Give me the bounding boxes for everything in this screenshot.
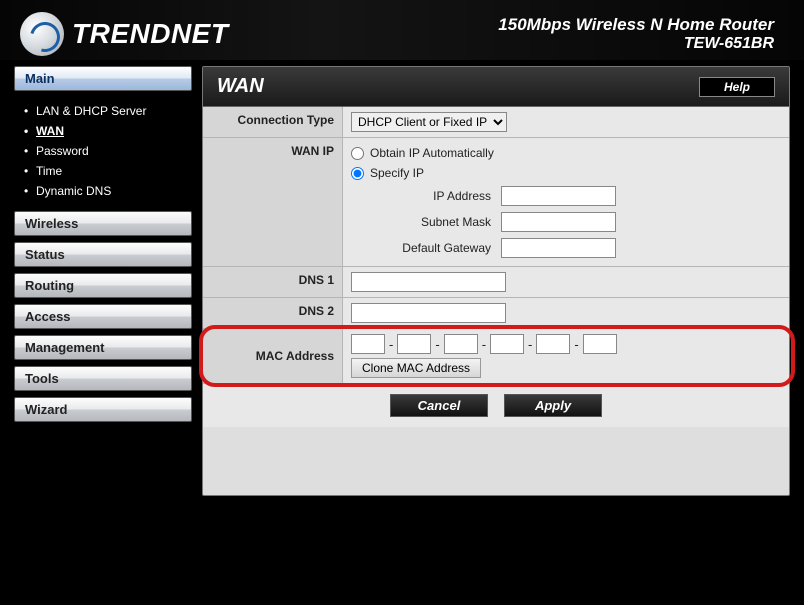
- nav-wizard[interactable]: Wizard: [14, 397, 192, 422]
- header: TRENDNET 150Mbps Wireless N Home Router …: [0, 0, 804, 66]
- clone-mac-button[interactable]: Clone MAC Address: [351, 358, 481, 378]
- dns2-label: DNS 2: [203, 298, 343, 328]
- ip-address-label: IP Address: [381, 189, 491, 203]
- dns2-input[interactable]: [351, 303, 506, 323]
- obtain-ip-label: Obtain IP Automatically: [370, 146, 494, 160]
- sidebar-item-lan-dhcp[interactable]: LAN & DHCP Server: [36, 101, 192, 121]
- logo-block: TRENDNET: [20, 12, 228, 56]
- sidebar-item-password[interactable]: Password: [36, 141, 192, 161]
- nav-wireless[interactable]: Wireless: [14, 211, 192, 236]
- product-title: 150Mbps Wireless N Home Router: [498, 15, 774, 35]
- page-title: WAN: [217, 75, 264, 98]
- mac-input-1[interactable]: [351, 334, 385, 354]
- mac-address-row: MAC Address - - - - - Clone MAC Address: [203, 329, 789, 384]
- subnet-mask-label: Subnet Mask: [381, 215, 491, 229]
- sidebar: Main LAN & DHCP Server WAN Password Time…: [14, 66, 192, 496]
- mac-address-label: MAC Address: [203, 329, 343, 383]
- action-row: Cancel Apply: [203, 384, 789, 427]
- apply-button[interactable]: Apply: [504, 394, 602, 417]
- dns1-input[interactable]: [351, 272, 506, 292]
- cancel-button[interactable]: Cancel: [390, 394, 488, 417]
- subnet-mask-input[interactable]: [501, 212, 616, 232]
- content-header: WAN Help: [203, 67, 789, 107]
- nav-main-sublist: LAN & DHCP Server WAN Password Time Dyna…: [14, 97, 192, 211]
- nav-access[interactable]: Access: [14, 304, 192, 329]
- sidebar-item-wan[interactable]: WAN: [36, 121, 192, 141]
- mac-input-5[interactable]: [536, 334, 570, 354]
- obtain-ip-radio[interactable]: [351, 147, 364, 160]
- nav-main[interactable]: Main: [14, 66, 192, 91]
- nav-status[interactable]: Status: [14, 242, 192, 267]
- ip-address-input[interactable]: [501, 186, 616, 206]
- specify-ip-radio[interactable]: [351, 167, 364, 180]
- nav-management[interactable]: Management: [14, 335, 192, 360]
- nav-routing[interactable]: Routing: [14, 273, 192, 298]
- mac-input-2[interactable]: [397, 334, 431, 354]
- connection-type-label: Connection Type: [203, 107, 343, 137]
- product-info: 150Mbps Wireless N Home Router TEW-651BR: [498, 15, 774, 53]
- nav-tools[interactable]: Tools: [14, 366, 192, 391]
- dns1-label: DNS 1: [203, 267, 343, 297]
- mac-input-6[interactable]: [583, 334, 617, 354]
- connection-type-select[interactable]: DHCP Client or Fixed IP: [351, 112, 507, 132]
- help-button[interactable]: Help: [699, 77, 775, 97]
- brand-text: TRENDNET: [72, 18, 228, 50]
- product-model: TEW-651BR: [498, 35, 774, 53]
- sidebar-item-time[interactable]: Time: [36, 161, 192, 181]
- default-gateway-label: Default Gateway: [381, 241, 491, 255]
- specify-ip-label: Specify IP: [370, 166, 424, 180]
- form-area: Connection Type DHCP Client or Fixed IP …: [203, 107, 789, 427]
- mac-input-3[interactable]: [444, 334, 478, 354]
- content-panel: WAN Help Connection Type DHCP Client or …: [202, 66, 790, 496]
- sidebar-item-dynamic-dns[interactable]: Dynamic DNS: [36, 181, 192, 201]
- logo-icon: [20, 12, 64, 56]
- mac-input-4[interactable]: [490, 334, 524, 354]
- wan-ip-label: WAN IP: [203, 138, 343, 266]
- default-gateway-input[interactable]: [501, 238, 616, 258]
